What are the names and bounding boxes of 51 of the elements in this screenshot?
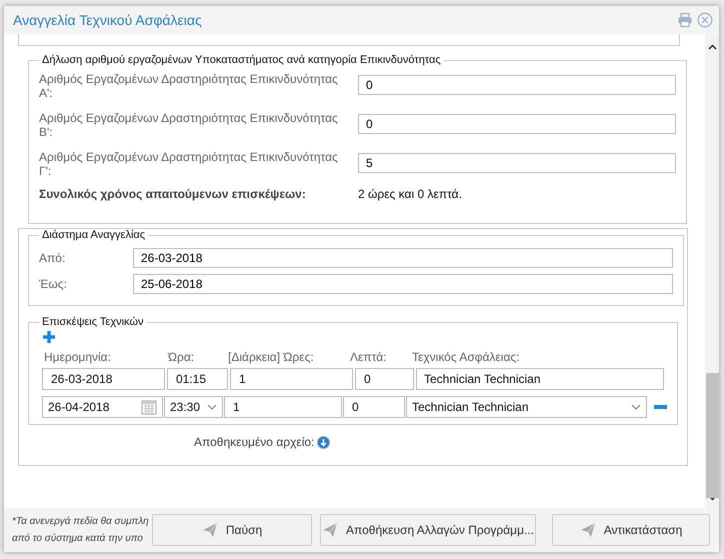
date-field[interactable]: 26-03-2018 xyxy=(133,248,673,268)
saved-file-label: Αποθηκευμένο αρχείο: xyxy=(194,435,314,449)
date-field[interactable]: 25-06-2018 xyxy=(133,274,673,294)
date-field[interactable]: 26-03-2018 xyxy=(42,368,165,390)
scroll-thumb[interactable] xyxy=(706,373,719,498)
chevron-down-icon xyxy=(631,404,641,410)
hours-field[interactable]: 1 xyxy=(230,368,353,390)
column-header: [Διάρκεια] Ώρες: xyxy=(228,350,315,364)
time-field[interactable]: 01:15 xyxy=(167,368,228,390)
number-field[interactable]: 0 xyxy=(358,75,676,95)
technician-field[interactable]: Technician Technician xyxy=(416,368,664,390)
footer-button[interactable]: Αντικατάσταση xyxy=(552,514,710,546)
fieldset-legend: Δήλωση αριθμού εργαζομένων Υποκαταστήματος ανά κατηγορία Επικινδυνότητας xyxy=(39,54,444,66)
fieldset-legend: Επισκέψεις Τεχνικών xyxy=(39,316,146,328)
number-field[interactable]: 5 xyxy=(358,153,676,173)
print-icon[interactable] xyxy=(677,12,693,28)
calendar-icon xyxy=(141,399,157,415)
scroll-up-icon xyxy=(708,44,716,50)
field-label: Αριθμός Εργαζομένων Δραστηριότητας Επικινδυνότητας Γ': xyxy=(39,150,339,178)
hours-field[interactable]: 1 xyxy=(224,396,342,418)
total-label: Συνολικός χρόνος απαιτούμενων επισκέψεων: xyxy=(39,187,307,201)
remove-icon[interactable] xyxy=(654,405,667,409)
date-picker[interactable]: 26-04-2018 xyxy=(42,396,163,418)
footnote-text: από το σύστημα κατά την υπο xyxy=(12,532,144,546)
column-header: Ημερομηνία: xyxy=(44,350,112,364)
download-icon[interactable] xyxy=(317,436,330,448)
total-value: 2 ώρες και 0 λεπτά. xyxy=(358,187,462,201)
paper-plane-icon xyxy=(322,522,338,538)
column-header: Τεχνικός Ασφάλειας: xyxy=(412,350,520,364)
add-icon xyxy=(43,331,55,343)
close-icon[interactable] xyxy=(697,12,713,28)
field-label: Αριθμός Εργαζομένων Δραστηριότητας Επικινδυνότητας Β': xyxy=(39,111,339,139)
field-label: Από: xyxy=(39,251,66,265)
field-label: Έως: xyxy=(39,277,68,291)
paper-plane-icon xyxy=(580,522,596,538)
time-dropdown[interactable]: 23:30 xyxy=(164,396,223,418)
fieldset-legend: Διάστημα Αναγγελίας xyxy=(39,229,148,241)
minutes-field[interactable]: 0 xyxy=(343,396,405,418)
number-field[interactable]: 0 xyxy=(358,114,676,134)
column-header: Ώρα: xyxy=(168,350,196,364)
technician-dropdown[interactable]: Technician Technician xyxy=(406,396,647,418)
footnote-text: *Τα ανενεργά πεδία θα συμπλη xyxy=(12,515,150,529)
chevron-down-icon xyxy=(207,404,217,410)
paper-plane-icon xyxy=(202,522,218,538)
scroll-down-icon xyxy=(708,495,716,501)
footer-button[interactable]: Αποθήκευση Αλλαγών Προγράμμ... xyxy=(320,514,536,546)
column-header: Λεπτά: xyxy=(350,350,388,364)
field-label: Αριθμός Εργαζομένων Δραστηριότητας Επικινδυνότητας Α': xyxy=(39,72,339,100)
minutes-field[interactable]: 0 xyxy=(355,368,414,390)
window-title: Αναγγελία Τεχνικού Ασφάλειας xyxy=(13,12,202,28)
footer-button[interactable]: Παύση xyxy=(152,514,312,546)
